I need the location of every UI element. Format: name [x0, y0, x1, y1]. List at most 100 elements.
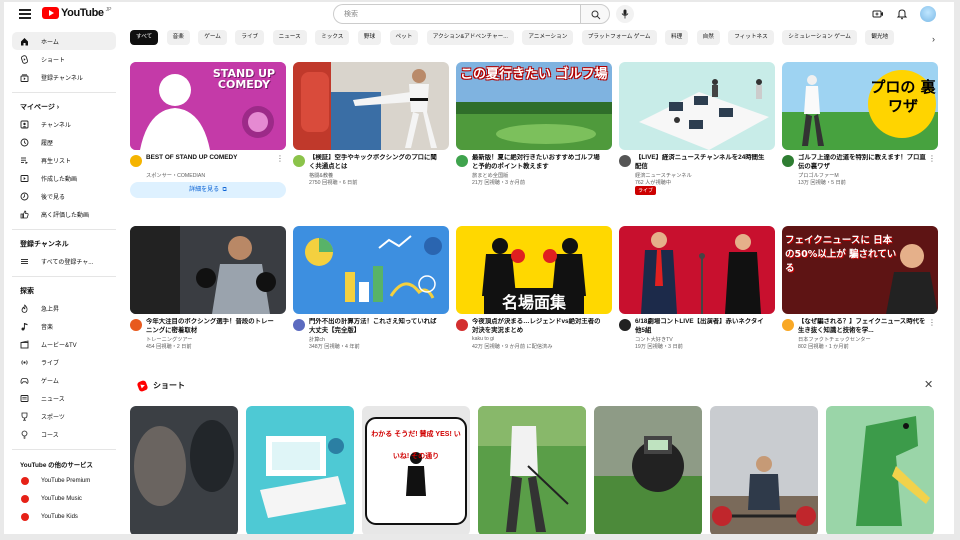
channel-name[interactable]: スポンサー・COMEDIAN — [146, 172, 205, 179]
chip[interactable]: ゲーム — [198, 30, 227, 45]
sidebar-item-youtube-premium[interactable]: YouTube Premium — [12, 472, 116, 490]
video-thumbnail[interactable]: プロの 裏ワザ — [782, 62, 938, 150]
chip[interactable]: ニュース — [272, 30, 307, 45]
chip[interactable]: ライブ — [235, 30, 265, 45]
channel-avatar[interactable] — [130, 319, 142, 331]
chip[interactable]: アニメーション — [522, 30, 574, 45]
sidebar-item-news[interactable]: ニュース — [12, 389, 116, 407]
channel-avatar[interactable] — [619, 155, 631, 167]
sidebar-item-watch-later[interactable]: 後で見る — [12, 187, 116, 205]
video-title[interactable]: 【なぜ騙される？】フェイクニュース時代を生き抜く知識と技術を学... — [798, 318, 930, 335]
sidebar-item-movies[interactable]: ムービー&TV — [12, 335, 116, 353]
chip[interactable]: アクション&アドベンチャー... — [426, 30, 514, 45]
chip-all[interactable]: すべて — [130, 30, 159, 45]
video-thumbnail[interactable] — [293, 226, 449, 314]
sidebar-item-all-subscriptions[interactable]: すべての登録チャ... — [12, 252, 116, 270]
sidebar-item-playlists[interactable]: 再生リスト — [12, 151, 116, 169]
sidebar-item-shorts[interactable]: ショート — [12, 50, 116, 68]
sidebar-item-live[interactable]: ライブ — [12, 353, 116, 371]
video-card[interactable]: フェイクニュースに 日本の50%以上が 騙されている 【なぜ騙される？】フェイク… — [782, 226, 938, 352]
channel-avatar[interactable] — [293, 319, 305, 331]
video-card[interactable]: プロの 裏ワザ ゴルフ上達の近道を特別に教えます！プロ直伝の裏ワザ プロゴルファ… — [782, 62, 938, 188]
chip[interactable]: シミュレーション ゲーム — [782, 30, 857, 45]
short-card[interactable] — [130, 406, 238, 534]
video-thumbnail[interactable] — [619, 62, 775, 150]
video-card[interactable]: 門外不出の計算方法！これさえ知っていれば大丈夫【完全版】 計算ch 348万 回… — [293, 226, 449, 352]
channel-name[interactable]: プロゴルファーM — [798, 172, 839, 179]
sidebar-item-youtube-kids[interactable]: YouTube Kids — [12, 508, 116, 526]
more-options-icon[interactable]: ⋮ — [928, 318, 936, 327]
sidebar-item-music[interactable]: 音楽 — [12, 317, 116, 335]
video-card[interactable]: 名場面集 今夜頂点が決まる…レジェンドvs絶対王者の対決を実況まとめ kaku … — [456, 226, 612, 352]
chip[interactable]: 野球 — [357, 30, 382, 45]
channel-avatar[interactable] — [456, 155, 468, 167]
search-button[interactable] — [580, 4, 610, 24]
video-title[interactable]: 門外不出の計算方法！これさえ知っていれば大丈夫【完全版】 — [309, 318, 441, 335]
create-icon[interactable] — [872, 8, 884, 20]
channel-name[interactable]: 経済ニュースチャンネル — [635, 172, 692, 179]
channel-avatar[interactable] — [293, 155, 305, 167]
video-title[interactable]: 6/18劇場コントLIVE【出演者】赤いネクタイ他5組 — [635, 318, 767, 335]
short-card[interactable] — [478, 406, 586, 534]
chip[interactable]: ペット — [389, 30, 419, 45]
video-card[interactable]: 【検証】空手やキックボクシングのプロに聞く共通点とは 格闘&教養 2750 回視… — [293, 62, 449, 188]
more-options-icon[interactable]: ⋮ — [928, 154, 936, 163]
more-options-icon[interactable]: ⋮ — [276, 154, 284, 163]
video-thumbnail[interactable]: この夏行きたい ゴルフ場 — [456, 62, 612, 150]
channel-avatar[interactable] — [456, 319, 468, 331]
channel-avatar[interactable] — [782, 155, 794, 167]
sidebar-item-trending[interactable]: 急上昇 — [12, 299, 116, 317]
short-card[interactable] — [710, 406, 818, 534]
video-title[interactable]: 【LIVE】経済ニュースチャンネルを24時間生配信 — [635, 154, 767, 171]
chip[interactable]: プラットフォーム ゲーム — [581, 30, 657, 45]
channel-name[interactable]: 計算ch — [309, 336, 325, 343]
video-card[interactable]: この夏行きたい ゴルフ場 最新版！夏に絶対行きたいおすすめゴルフ場と予約のポイン… — [456, 62, 612, 188]
menu-icon[interactable] — [19, 9, 31, 19]
video-card[interactable]: 6/18劇場コントLIVE【出演者】赤いネクタイ他5組 コント大好きTV 19万… — [619, 226, 775, 352]
video-title[interactable]: 今夜頂点が決まる…レジェンドvs絶対王者の対決を実況まとめ — [472, 318, 604, 335]
channel-avatar[interactable] — [130, 155, 142, 167]
sidebar-item-channel[interactable]: チャンネル — [12, 115, 116, 133]
sidebar-item-history[interactable]: 履歴 — [12, 133, 116, 151]
channel-name[interactable]: kaku to gi — [472, 336, 494, 342]
channel-avatar[interactable] — [782, 319, 794, 331]
video-card[interactable]: 【LIVE】経済ニュースチャンネルを24時間生配信 経済ニュースチャンネル 76… — [619, 62, 775, 195]
chip[interactable]: フィットネス — [728, 30, 774, 45]
sidebar-item-your-videos[interactable]: 作成した動画 — [12, 169, 116, 187]
sidebar-item-home[interactable]: ホーム — [12, 32, 116, 50]
ad-learn-more-button[interactable]: 詳細を見る ⧉ — [130, 182, 286, 198]
video-title[interactable]: BEST OF STAND UP COMEDY — [146, 154, 278, 163]
short-card[interactable] — [826, 406, 934, 534]
video-thumbnail[interactable] — [130, 226, 286, 314]
video-thumbnail[interactable]: STAND UP COMEDY — [130, 62, 286, 150]
sidebar-item-courses[interactable]: コース — [12, 425, 116, 443]
close-icon[interactable]: ✕ — [924, 378, 933, 391]
video-title[interactable]: ゴルフ上達の近道を特別に教えます！プロ直伝の裏ワザ — [798, 154, 930, 171]
video-thumbnail[interactable] — [293, 62, 449, 150]
short-card[interactable] — [246, 406, 354, 534]
channel-name[interactable]: 格闘&教養 — [309, 172, 333, 179]
chip[interactable]: 音楽 — [166, 30, 190, 45]
sidebar-item-youtube-music[interactable]: YouTube Music — [12, 490, 116, 508]
video-thumbnail[interactable]: フェイクニュースに 日本の50%以上が 騙されている — [782, 226, 938, 314]
channel-name[interactable]: 日本ファクトチェックセンター — [798, 336, 871, 343]
channel-avatar[interactable] — [619, 319, 631, 331]
short-card[interactable] — [594, 406, 702, 534]
short-card[interactable]: わかる そうだ! 賛成 YES! いいね! その通り — [362, 406, 470, 534]
chip[interactable]: 料理 — [664, 30, 689, 45]
video-thumbnail[interactable]: 名場面集 — [456, 226, 612, 314]
notifications-icon[interactable] — [896, 8, 908, 20]
video-thumbnail[interactable] — [619, 226, 775, 314]
video-title[interactable]: 最新版！夏に絶対行きたいおすすめゴルフ場と予約のポイント教えます — [472, 154, 604, 171]
video-card[interactable]: 今年大注目のボクシング選手！普段のトレーニングに密着取材 トレーニングツアー 4… — [130, 226, 286, 352]
youtube-logo[interactable]: YouTube JP — [42, 7, 111, 19]
sidebar-item-subscriptions[interactable]: 登録チャンネル — [12, 68, 116, 86]
sidebar-item-sports[interactable]: スポーツ — [12, 407, 116, 425]
channel-name[interactable]: コント大好きTV — [635, 336, 673, 343]
sidebar-you-header[interactable]: マイページ › — [12, 99, 116, 115]
voice-search-button[interactable] — [616, 5, 634, 23]
chip[interactable]: 自然 — [696, 30, 720, 45]
channel-name[interactable]: 旅まとめ全国版 — [472, 172, 508, 179]
chip[interactable]: ミックス — [315, 30, 350, 45]
chevron-right-icon[interactable]: › — [932, 34, 935, 44]
